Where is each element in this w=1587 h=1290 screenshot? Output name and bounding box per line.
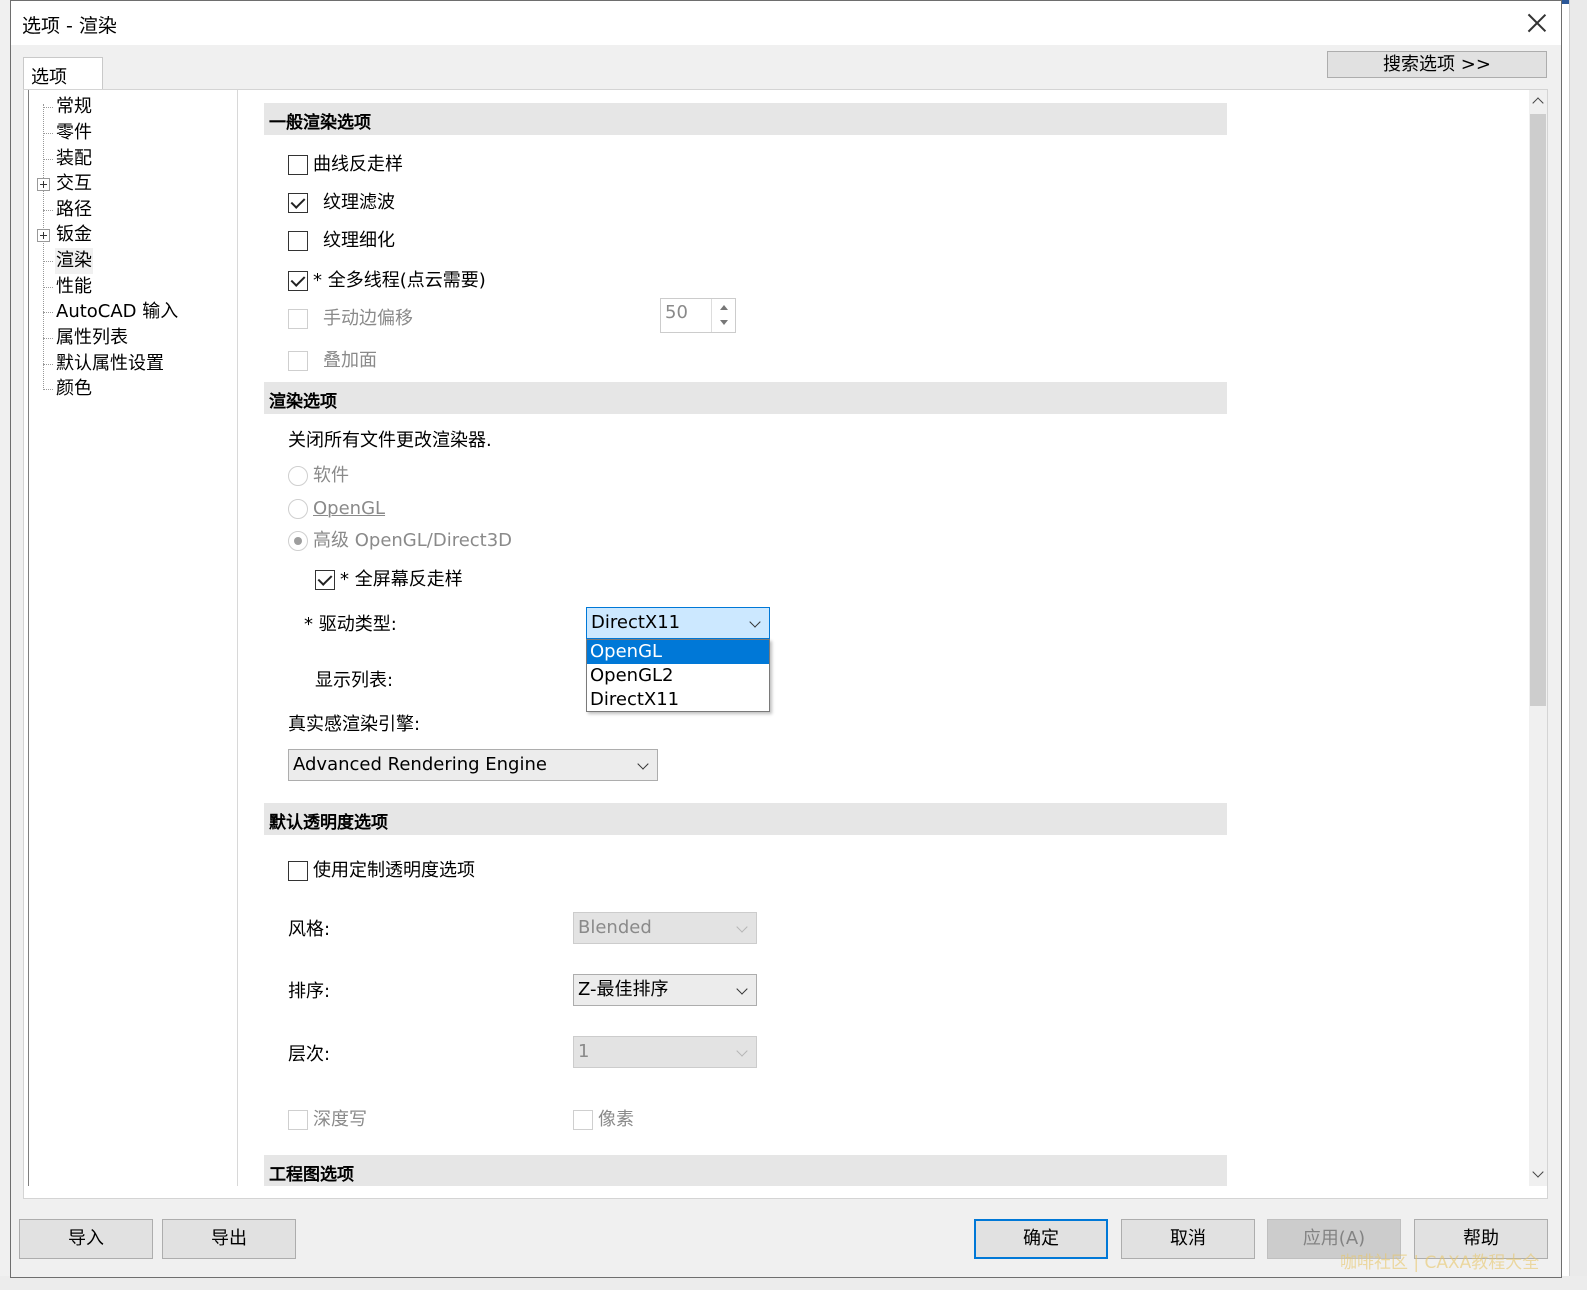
options-tree: 常规 零件 装配 交互 路径 钣金 渲染 性能 AutoCAD 输入 属性列表 … bbox=[28, 90, 238, 1186]
level-select[interactable]: 1 bbox=[573, 1036, 757, 1068]
chevron-down-icon bbox=[637, 758, 649, 770]
style-label: 风格: bbox=[288, 919, 331, 940]
close-icon[interactable] bbox=[1521, 7, 1553, 39]
options-dialog: 选项 - 渲染 选项 搜索选项 >> 常规 零件 装配 交互 路径 钣金 渲染 … bbox=[10, 0, 1562, 1278]
section-default-transparency: 默认透明度选项 bbox=[264, 803, 1227, 835]
render-note: 关闭所有文件更改渲染器. bbox=[288, 430, 492, 451]
scroll-up-icon[interactable] bbox=[1532, 97, 1544, 109]
background-app-edge-right bbox=[1569, 0, 1587, 1290]
chevron-down-icon bbox=[736, 983, 748, 995]
expand-icon[interactable] bbox=[37, 178, 50, 191]
tree-item-performance[interactable]: 性能 bbox=[29, 274, 229, 300]
driver-option-opengl[interactable]: OpenGL bbox=[587, 640, 769, 664]
chevron-down-icon bbox=[736, 1045, 748, 1057]
options-panel: 常规 零件 装配 交互 路径 钣金 渲染 性能 AutoCAD 输入 属性列表 … bbox=[23, 89, 1548, 1199]
tree-item-property-list[interactable]: 属性列表 bbox=[29, 325, 229, 351]
tree-item-color[interactable]: 颜色 bbox=[29, 376, 229, 402]
edge-offset-spinner[interactable]: 50 bbox=[660, 298, 736, 333]
driver-option-opengl2[interactable]: OpenGL2 bbox=[587, 664, 769, 688]
tree-item-part[interactable]: 零件 bbox=[29, 120, 229, 146]
chevron-down-icon bbox=[736, 921, 748, 933]
dialog-title: 选项 - 渲染 bbox=[22, 15, 117, 37]
settings-content: 一般渲染选项 曲线反走样 纹理滤波 纹理细化 * 全多线程(点云需要) 手动边偏… bbox=[250, 90, 1530, 1186]
style-select[interactable]: Blended bbox=[573, 912, 757, 944]
spin-down-icon[interactable] bbox=[720, 320, 728, 325]
vertical-scrollbar[interactable] bbox=[1529, 90, 1547, 1186]
level-label: 层次: bbox=[288, 1044, 331, 1065]
edge-offset-value: 50 bbox=[665, 302, 688, 323]
driver-type-select[interactable]: DirectX11 bbox=[586, 607, 770, 639]
tree-item-render[interactable]: 渲染 bbox=[29, 248, 229, 274]
import-button[interactable]: 导入 bbox=[19, 1219, 153, 1259]
render-engine-label: 真实感渲染引擎: bbox=[288, 714, 421, 735]
background-app-edge-bottom bbox=[0, 1276, 1587, 1290]
expand-icon[interactable] bbox=[37, 229, 50, 242]
chevron-down-icon bbox=[749, 616, 761, 628]
ok-button[interactable]: 确定 bbox=[974, 1219, 1108, 1259]
section-drawing-options: 工程图选项 bbox=[264, 1155, 1227, 1186]
section-general-render: 一般渲染选项 bbox=[264, 103, 1227, 135]
tree-item-default-properties[interactable]: 默认属性设置 bbox=[29, 351, 229, 377]
sort-select[interactable]: Z-最佳排序 bbox=[573, 974, 757, 1006]
export-button[interactable]: 导出 bbox=[162, 1219, 296, 1259]
watermark: 咖啡社区 | CAXA教程大全 bbox=[1340, 1253, 1540, 1273]
scroll-thumb[interactable] bbox=[1530, 114, 1546, 706]
search-options-button[interactable]: 搜索选项 >> bbox=[1327, 51, 1547, 78]
sort-label: 排序: bbox=[288, 981, 331, 1002]
driver-type-label: * 驱动类型: bbox=[304, 614, 397, 635]
tab-options[interactable]: 选项 bbox=[23, 57, 103, 91]
cancel-button[interactable]: 取消 bbox=[1121, 1219, 1255, 1259]
tree-item-autocad-import[interactable]: AutoCAD 输入 bbox=[29, 299, 229, 325]
tree-item-assembly[interactable]: 装配 bbox=[29, 146, 229, 172]
spin-up-icon[interactable] bbox=[720, 305, 728, 310]
display-list-label: 显示列表: bbox=[315, 670, 394, 691]
driver-type-dropdown: OpenGL OpenGL2 DirectX11 bbox=[586, 639, 770, 712]
section-render-options: 渲染选项 bbox=[264, 382, 1227, 414]
tree-item-sheetmetal[interactable]: 钣金 bbox=[29, 222, 229, 248]
render-engine-select[interactable]: Advanced Rendering Engine bbox=[288, 749, 658, 781]
tree-item-general[interactable]: 常规 bbox=[29, 94, 229, 120]
tree-item-interaction[interactable]: 交互 bbox=[29, 171, 229, 197]
tree-item-path[interactable]: 路径 bbox=[29, 197, 229, 223]
title-bar: 选项 - 渲染 bbox=[11, 1, 1561, 45]
scroll-down-icon[interactable] bbox=[1532, 1166, 1544, 1178]
driver-option-directx11[interactable]: DirectX11 bbox=[587, 688, 769, 712]
